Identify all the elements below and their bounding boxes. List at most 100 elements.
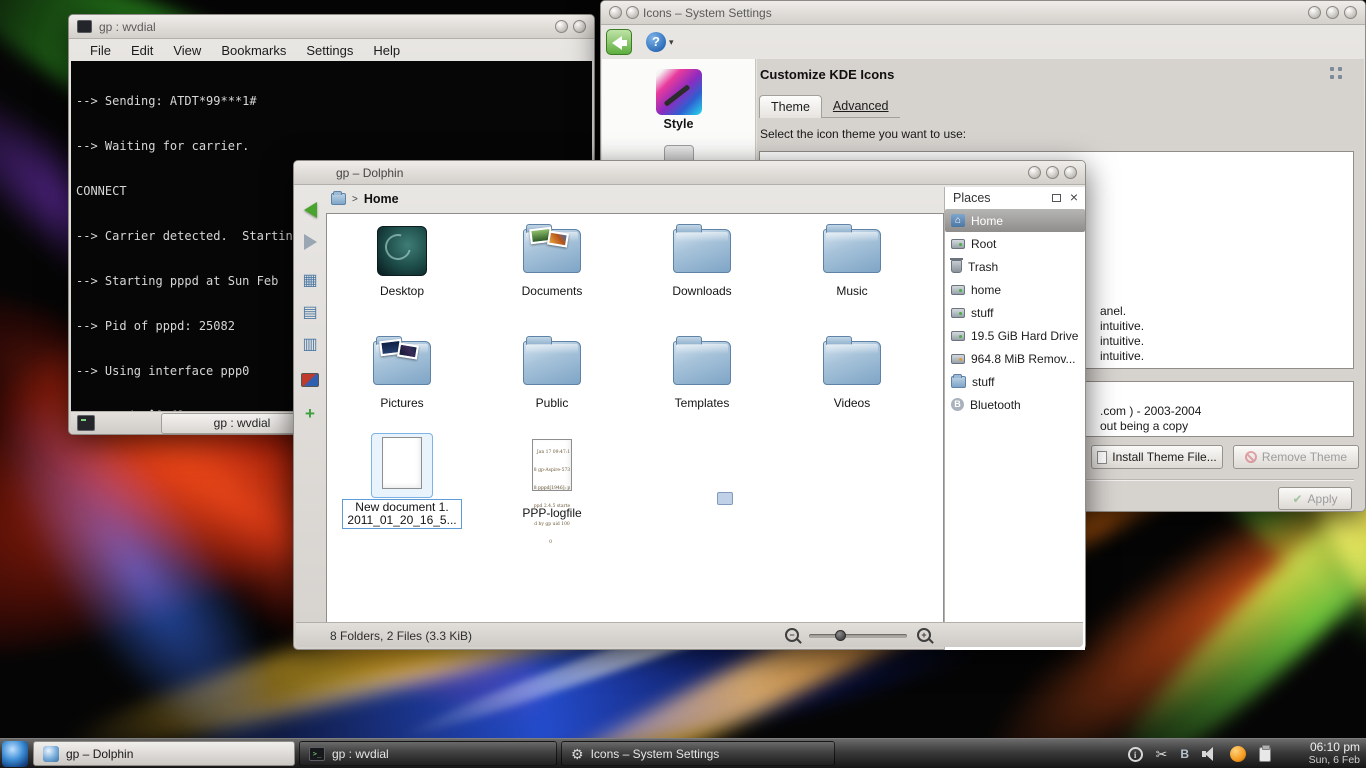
close-icon[interactable]: × xyxy=(1070,189,1078,205)
window-title: gp : wvdial xyxy=(99,20,156,34)
details-view-button[interactable]: ▤ xyxy=(299,301,321,323)
klipper-scissors-icon[interactable]: ✂ xyxy=(1156,746,1168,763)
file-view[interactable]: Desktop Documents Downloads Music xyxy=(326,213,944,624)
tab-theme[interactable]: Theme xyxy=(759,95,822,118)
menu-view[interactable]: View xyxy=(164,41,210,60)
folder-icon xyxy=(523,341,581,385)
maximize-button[interactable] xyxy=(1046,166,1059,179)
chevron-down-icon[interactable]: ▾ xyxy=(669,37,674,48)
apply-button[interactable]: ✔ Apply xyxy=(1278,487,1352,510)
place-bluetooth[interactable]: B Bluetooth xyxy=(945,393,1085,416)
file-item-new-document[interactable]: New document 1.2011_01_20_16_5... xyxy=(342,436,462,529)
task-wvdial[interactable]: >_ gp : wvdial xyxy=(299,741,557,766)
folder-item-templates[interactable]: Templates xyxy=(642,334,762,410)
folder-icon xyxy=(951,376,966,388)
place-root[interactable]: Root xyxy=(945,232,1085,255)
place-removable[interactable]: 964.8 MiB Remov... xyxy=(945,347,1085,370)
minimize-button[interactable] xyxy=(1308,6,1321,19)
folder-icon[interactable] xyxy=(331,193,346,205)
task-dolphin[interactable]: gp – Dolphin xyxy=(33,741,295,766)
place-stuff[interactable]: stuff xyxy=(945,301,1085,324)
minimize-button[interactable] xyxy=(1028,166,1041,179)
preview-button[interactable] xyxy=(299,369,321,391)
menu-help[interactable]: Help xyxy=(364,41,409,60)
forward-arrow-icon xyxy=(304,234,317,250)
place-hard-drive[interactable]: 19.5 GiB Hard Drive xyxy=(945,324,1085,347)
zoom-in-icon[interactable]: + xyxy=(917,628,931,642)
folder-item-videos[interactable]: Videos xyxy=(792,334,912,410)
split-view-button[interactable]: + xyxy=(299,403,321,425)
close-button[interactable] xyxy=(1344,6,1357,19)
device-notifier-icon[interactable]: i xyxy=(1128,747,1143,762)
theme-description-text: out being a copy xyxy=(1100,419,1188,433)
bluetooth-tray-icon[interactable]: B xyxy=(1180,747,1189,761)
back-button[interactable] xyxy=(606,29,632,55)
clock-time: 06:10 pm xyxy=(1309,741,1360,754)
sidebar-item-style[interactable]: Style xyxy=(602,69,755,131)
zoom-slider[interactable] xyxy=(809,634,907,638)
help-icon[interactable]: ? xyxy=(646,32,666,52)
terminal-line: --> Waiting for carrier. xyxy=(76,139,587,154)
zoom-out-icon[interactable]: − xyxy=(785,628,799,642)
detach-panel-icon[interactable] xyxy=(1052,194,1061,202)
check-icon: ✔ xyxy=(1292,492,1302,506)
remove-theme-button[interactable]: Remove Theme xyxy=(1233,445,1359,469)
folder-icon xyxy=(673,341,731,385)
back-button[interactable] xyxy=(299,199,321,221)
keep-above-button[interactable] xyxy=(626,6,639,19)
window-menu-button[interactable] xyxy=(609,6,622,19)
minimize-button[interactable] xyxy=(555,20,568,33)
settings-tabs: Theme Advanced xyxy=(759,95,900,118)
settings-titlebar[interactable]: Icons – System Settings xyxy=(601,1,1365,25)
icons-view-icon: ▦ xyxy=(302,270,317,290)
tab-advanced[interactable]: Advanced xyxy=(822,95,900,118)
places-panel: Places × ⌂ Home Root Trash home xyxy=(944,187,1085,650)
terminal-icon: >_ xyxy=(309,747,325,761)
overview-grid-icon[interactable] xyxy=(1328,65,1344,81)
forward-button[interactable] xyxy=(299,231,321,253)
menu-bookmarks[interactable]: Bookmarks xyxy=(212,41,295,60)
terminal-app-icon xyxy=(77,20,92,33)
zoom-slider-handle[interactable] xyxy=(835,630,846,641)
menu-file[interactable]: File xyxy=(81,41,120,60)
thumbnail xyxy=(547,231,569,248)
breadcrumb-home[interactable]: Home xyxy=(364,192,399,206)
theme-list-text: intuitive. xyxy=(1100,334,1144,348)
place-home[interactable]: ⌂ Home xyxy=(945,209,1085,232)
terminal-titlebar[interactable]: gp : wvdial xyxy=(69,15,594,39)
close-button[interactable] xyxy=(1064,166,1077,179)
columns-view-button[interactable]: ▥ xyxy=(299,333,321,355)
zoom-control: − + xyxy=(785,627,937,644)
drive-icon xyxy=(951,285,965,295)
update-notifier-icon[interactable] xyxy=(1230,746,1246,762)
place-stuff-2[interactable]: stuff xyxy=(945,370,1085,393)
icons-view-button[interactable]: ▦ xyxy=(299,269,321,291)
dolphin-titlebar[interactable]: gp – Dolphin xyxy=(294,161,1085,185)
menu-edit[interactable]: Edit xyxy=(122,41,162,60)
sidebar-item-label: Style xyxy=(602,117,755,131)
close-button[interactable] xyxy=(573,20,586,33)
folder-item-downloads[interactable]: Downloads xyxy=(642,222,762,298)
install-theme-button[interactable]: Install Theme File... xyxy=(1091,445,1223,469)
folder-icon xyxy=(823,341,881,385)
folder-item-public[interactable]: Public xyxy=(492,334,612,410)
file-item-ppp-logfile[interactable]: Jan 17 09:47:18 gp-Aspire-5738 pppd[1946… xyxy=(492,436,612,520)
folder-item-desktop[interactable]: Desktop xyxy=(342,222,462,298)
menu-settings[interactable]: Settings xyxy=(297,41,362,60)
volume-icon[interactable] xyxy=(1202,747,1217,761)
details-view-icon: ▤ xyxy=(302,302,317,322)
new-tab-icon[interactable] xyxy=(77,415,95,431)
folder-item-pictures[interactable]: Pictures xyxy=(342,334,462,410)
clock[interactable]: 06:10 pm Sun, 6 Feb xyxy=(1309,741,1360,767)
preview-icon xyxy=(301,373,319,387)
place-trash[interactable]: Trash xyxy=(945,255,1085,278)
place-home-device[interactable]: home xyxy=(945,278,1085,301)
file-label-selected: New document 1.2011_01_20_16_5... xyxy=(342,499,461,529)
task-system-settings[interactable]: ⚙ Icons – System Settings xyxy=(561,741,835,766)
maximize-button[interactable] xyxy=(1326,6,1339,19)
remove-icon xyxy=(1245,451,1257,463)
app-launcher-icon[interactable] xyxy=(2,741,28,767)
folder-item-documents[interactable]: Documents xyxy=(492,222,612,298)
folder-item-music[interactable]: Music xyxy=(792,222,912,298)
clipboard-icon[interactable] xyxy=(1259,747,1271,762)
